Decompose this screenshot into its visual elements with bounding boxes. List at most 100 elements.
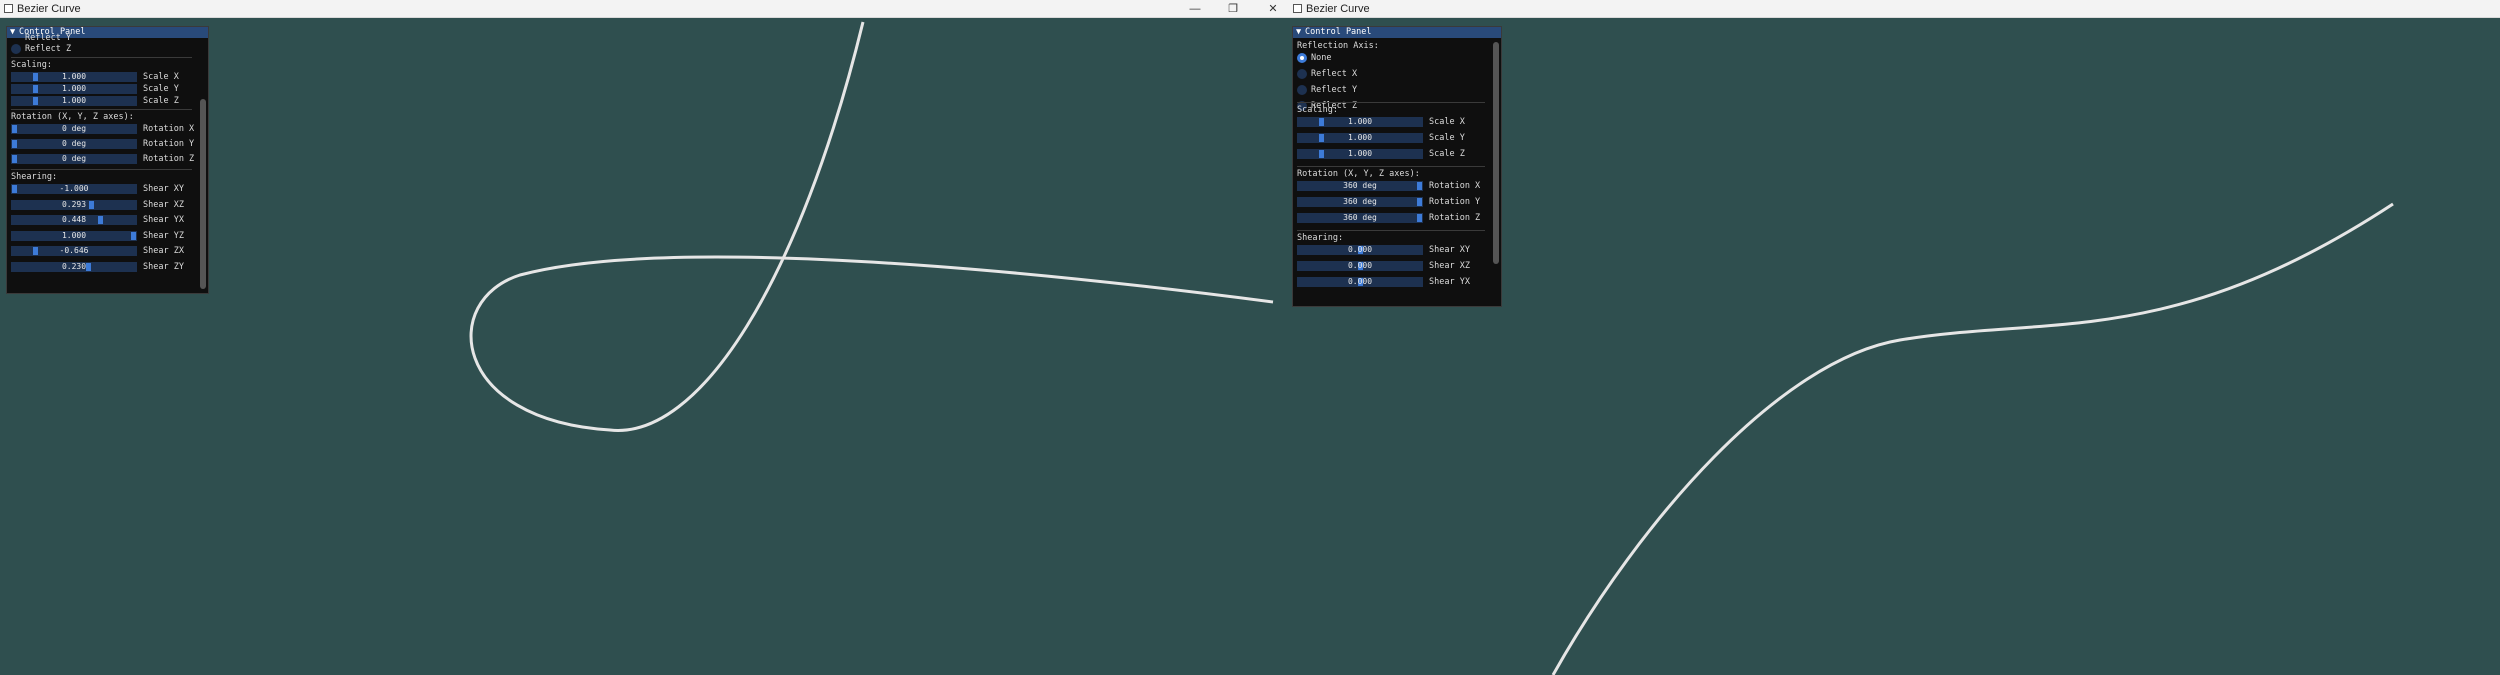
shear-yz-slider[interactable]: 1.000 [11, 230, 137, 241]
slider-grab[interactable] [12, 185, 17, 193]
rotation-y-slider[interactable]: 360 deg [1297, 197, 1423, 207]
close-button[interactable]: ✕ [1258, 0, 1288, 18]
slider-grab[interactable] [12, 140, 17, 148]
reflect-z-label: Reflect Z [25, 44, 72, 54]
divider [1297, 230, 1485, 231]
slider-value: 1.000 [61, 230, 87, 240]
reflect-x-option[interactable]: Reflect X [1293, 68, 1489, 80]
slider-grab[interactable] [131, 231, 136, 240]
rotation-x-slider[interactable]: 0 deg [11, 124, 137, 134]
left-control-panel: ▼ Control Panel Reflect Y Reflect Z Scali… [6, 26, 209, 294]
scale-y-slider[interactable]: 1.000 [11, 84, 137, 94]
shear-yx-slider[interactable]: 0.000 [1297, 277, 1423, 287]
scrollbar-thumb[interactable] [1493, 42, 1499, 264]
scrollbar[interactable] [1492, 39, 1500, 306]
slider-grab[interactable] [1319, 150, 1325, 158]
rotation-y-row: 0 deg Rotation Y [7, 138, 196, 150]
scaling-heading: Scaling: [7, 59, 196, 71]
slider-grab[interactable] [33, 247, 39, 255]
rotation-heading: Rotation (X, Y, Z axes): [7, 111, 196, 123]
shearing-title: Shearing: [1297, 233, 1344, 243]
rotation-y-row: 360 deg Rotation Y [1293, 196, 1489, 208]
scaling-heading: Scaling: [1293, 104, 1489, 116]
panel-header[interactable]: ▼ Control Panel [1293, 27, 1501, 38]
slider-label: Scale Z [143, 96, 179, 106]
rotation-y-slider[interactable]: 0 deg [11, 139, 137, 149]
scrollbar-thumb[interactable] [200, 99, 206, 289]
slider-value: 0 deg [61, 154, 87, 163]
reflect-y-option[interactable]: Reflect Y [1293, 84, 1489, 96]
scale-x-row: 1.000 Scale X [7, 71, 196, 83]
slider-value: 360 deg [1343, 213, 1377, 222]
rotation-z-row: 0 deg Rotation Z [7, 153, 196, 165]
reflect-y-label: Reflect Y [1311, 85, 1358, 95]
window-title: Bezier Curve [17, 3, 81, 15]
slider-value: -1.000 [59, 184, 89, 193]
rotation-z-slider[interactable]: 360 deg [1297, 213, 1423, 223]
shear-xy-slider[interactable]: 0.000 [1297, 245, 1423, 255]
reflect-x-radio[interactable] [1297, 69, 1307, 79]
reflect-y-radio[interactable] [1297, 85, 1307, 95]
scale-z-row: 1.000 Scale Z [1293, 148, 1489, 160]
shear-zy-row: 0.230 Shear ZY [7, 261, 196, 273]
scale-z-row: 1.000 Scale Z [7, 95, 196, 107]
slider-grab[interactable] [33, 85, 39, 93]
slider-label: Rotation Y [1429, 197, 1481, 207]
shear-yx-slider[interactable]: 0.448 [11, 215, 137, 225]
slider-grab[interactable] [33, 73, 39, 81]
shear-xy-slider[interactable]: -1.000 [11, 184, 137, 194]
slider-label: Shear YX [1429, 277, 1470, 287]
shear-yx-row: 0.448 Shear YX [7, 214, 196, 226]
rotation-heading: Rotation (X, Y, Z axes): [1293, 168, 1489, 180]
scrollbar[interactable] [199, 39, 207, 293]
shear-zy-slider[interactable]: 0.230 [11, 261, 137, 272]
scale-x-slider[interactable]: 1.000 [11, 72, 137, 82]
scale-z-slider[interactable]: 1.000 [11, 96, 137, 106]
slider-grab[interactable] [1417, 182, 1422, 190]
slider-label: Shear XY [1429, 245, 1470, 255]
slider-grab[interactable] [12, 155, 17, 163]
right-bezier-curve [1551, 202, 2394, 675]
slider-grab[interactable] [85, 262, 91, 271]
slider-grab[interactable] [97, 216, 103, 224]
slider-label: Shear XZ [1429, 261, 1470, 271]
divider [1297, 166, 1485, 167]
rotation-z-slider[interactable]: 0 deg [11, 154, 137, 164]
restore-button[interactable]: ❐ [1218, 0, 1248, 18]
shear-zx-row: -0.646 Shear ZX [7, 245, 196, 257]
shearing-heading: Shearing: [1293, 232, 1489, 244]
slider-grab[interactable] [1319, 134, 1325, 142]
none-radio[interactable] [1297, 53, 1307, 63]
slider-label: Scale X [143, 72, 179, 82]
scaling-title: Scaling: [1297, 105, 1338, 115]
slider-grab[interactable] [89, 200, 95, 209]
scale-y-slider[interactable]: 1.000 [1297, 133, 1423, 143]
slider-label: Scale Z [1429, 149, 1465, 159]
reflect-z-option[interactable]: Reflect Z [7, 43, 196, 55]
slider-grab[interactable] [1417, 214, 1422, 222]
minimize-button[interactable]: — [1180, 0, 1210, 18]
slider-grab[interactable] [1417, 198, 1422, 206]
scale-x-slider[interactable]: 1.000 [1297, 117, 1423, 127]
rotation-title: Rotation (X, Y, Z axes): [11, 112, 134, 122]
shear-xz-slider[interactable]: 0.000 [1297, 261, 1423, 271]
collapse-arrow-icon[interactable]: ▼ [1296, 27, 1305, 38]
slider-grab[interactable] [33, 97, 39, 105]
reflect-x-label: Reflect X [1311, 69, 1358, 79]
slider-value: -0.646 [59, 246, 89, 255]
slider-value: 0.448 [61, 215, 87, 224]
shear-yz-row: 1.000 Shear YZ [7, 230, 196, 242]
slider-grab[interactable] [12, 125, 17, 133]
slider-grab[interactable] [1319, 118, 1325, 126]
divider [1297, 102, 1485, 103]
slider-label: Rotation Y [143, 139, 195, 149]
shear-zx-slider[interactable]: -0.646 [11, 246, 137, 256]
slider-label: Shear ZY [143, 261, 184, 272]
reflect-z-radio[interactable] [11, 44, 21, 54]
none-option[interactable]: None [1293, 52, 1489, 64]
slider-label: Scale X [1429, 117, 1465, 127]
shear-xz-slider[interactable]: 0.293 [11, 199, 137, 210]
rotation-x-slider[interactable]: 360 deg [1297, 181, 1423, 191]
scale-z-slider[interactable]: 1.000 [1297, 149, 1423, 159]
slider-label: Rotation X [143, 124, 195, 134]
